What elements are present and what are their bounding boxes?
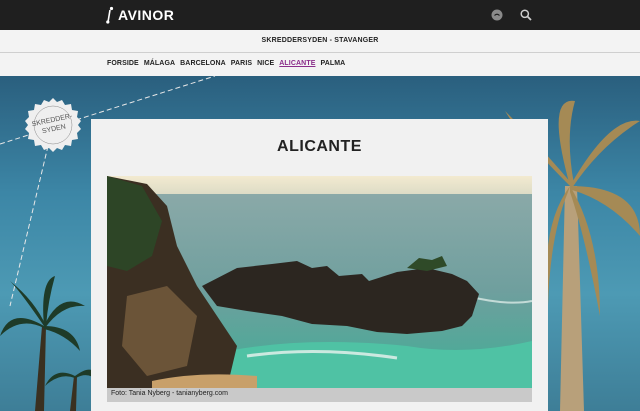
site-subtitle: SKREDDERSYDEN - STAVANGER xyxy=(261,37,379,44)
avinor-logo[interactable]: AVINOR xyxy=(106,6,174,24)
site-subheader: SKREDDERSYDEN - STAVANGER xyxy=(0,30,640,53)
search-icon[interactable] xyxy=(519,8,533,22)
avinor-logo-mark-icon xyxy=(106,6,116,24)
nav-item-nice[interactable]: NICE xyxy=(257,60,274,67)
nav-item-barcelona[interactable]: BARCELONA xyxy=(180,60,226,67)
page-title: ALICANTE xyxy=(277,138,362,155)
photo-caption: Foto: Tania Nyberg - tanianyberg.com xyxy=(111,390,228,397)
content-card: ALICANTE Foto: Tania Nyberg - tanianyber… xyxy=(91,119,548,411)
nav-item-alicante[interactable]: ALICANTE xyxy=(279,60,315,67)
destination-nav: FORSIDE MÁLAGA BARCELONA PARIS NICE ALIC… xyxy=(0,53,640,76)
destination-photo xyxy=(107,176,532,388)
nav-item-forside[interactable]: FORSIDE xyxy=(107,60,139,67)
brand-name: AVINOR xyxy=(118,7,175,23)
share-icon[interactable] xyxy=(490,8,504,22)
skreddersyden-badge[interactable]: SKREDDER- SYDEN xyxy=(25,97,81,153)
top-bar: AVINOR xyxy=(0,0,640,30)
nav-item-palma[interactable]: PALMA xyxy=(320,60,345,67)
photo-caption-bar: Foto: Tania Nyberg - tanianyberg.com xyxy=(107,388,532,402)
nav-item-paris[interactable]: PARIS xyxy=(231,60,252,67)
nav-item-malaga[interactable]: MÁLAGA xyxy=(144,60,175,67)
